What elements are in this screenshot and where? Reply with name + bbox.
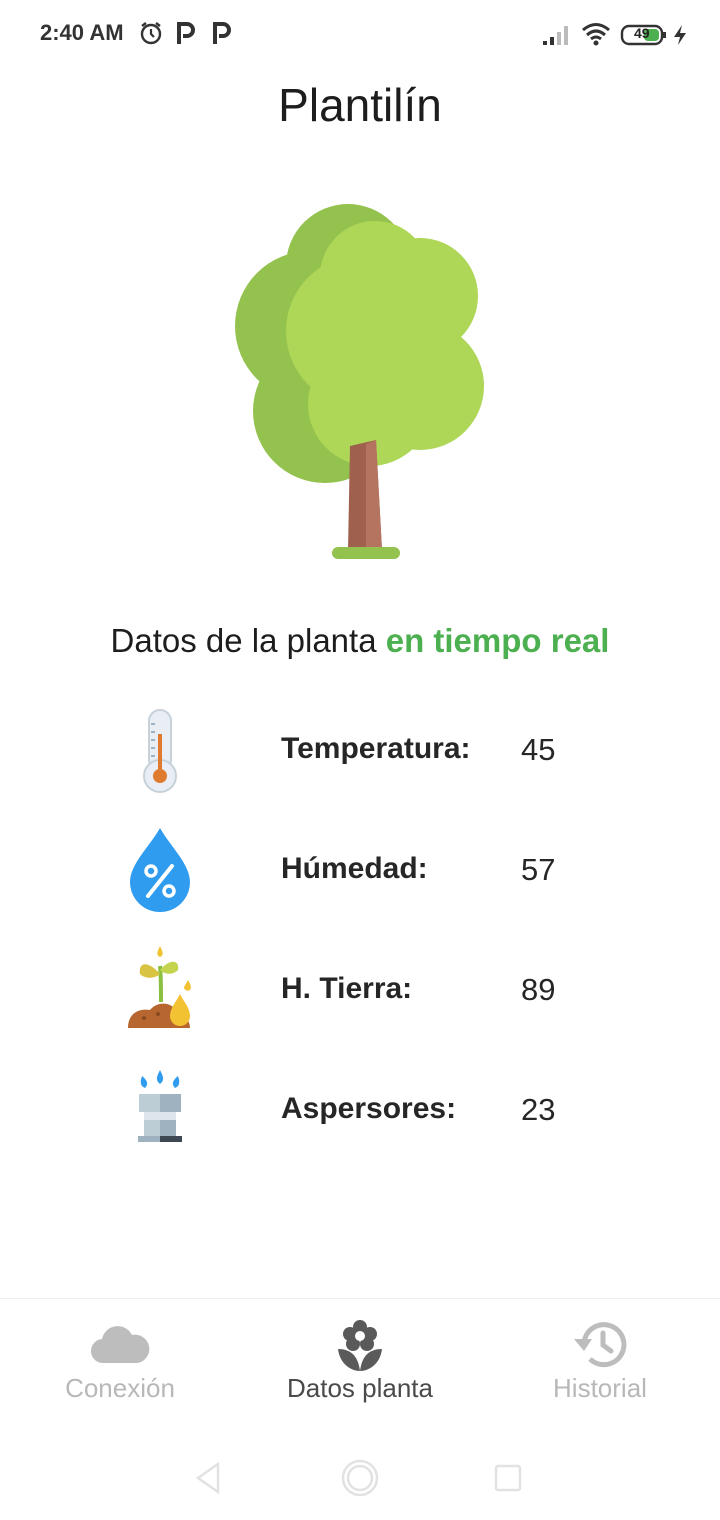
temperature-label: Temperatura:	[281, 732, 471, 765]
realtime-data-heading: Datos de la planta en tiempo real	[0, 622, 720, 660]
sprinklers-value: 23	[521, 1092, 556, 1127]
soil-humidity-value: 89	[521, 972, 556, 1007]
sprinklers-label: Aspersores:	[281, 1092, 457, 1125]
humidity-drop-icon	[120, 824, 200, 914]
reading-row-sprinklers: Aspersores: 23	[0, 1064, 720, 1164]
reading-row-temperature: Temperatura: 45	[0, 704, 720, 804]
system-navigation-bar	[0, 1420, 720, 1520]
sprinkler-icon	[120, 1064, 200, 1154]
app-title: Plantilín	[278, 79, 442, 131]
parking-p-icon	[175, 20, 197, 51]
nav-tab-conexion[interactable]: Conexión	[0, 1299, 240, 1421]
battery-level: 49	[634, 25, 650, 41]
back-icon[interactable]	[186, 1456, 230, 1500]
nav-label-conexion: Conexión	[65, 1373, 175, 1403]
cloud-icon	[90, 1317, 150, 1373]
charging-icon	[672, 24, 688, 51]
flower-icon	[330, 1317, 390, 1373]
nav-label-datos-planta: Datos planta	[287, 1373, 433, 1403]
parking-p-icon	[211, 20, 233, 51]
heading-accent: en tiempo real	[385, 622, 610, 659]
nav-tab-datos-planta[interactable]: Datos planta	[240, 1299, 480, 1421]
humidity-label: Húmedad:	[281, 852, 428, 885]
humidity-value: 57	[521, 852, 556, 887]
recents-icon[interactable]	[486, 1456, 530, 1500]
nav-tab-historial[interactable]: Historial	[480, 1299, 720, 1421]
history-icon	[570, 1317, 630, 1373]
heading-prefix: Datos de la planta	[110, 622, 386, 659]
status-time: 2:40 AM	[40, 20, 124, 45]
wifi-icon	[581, 22, 611, 51]
soil-humidity-label: H. Tierra:	[281, 972, 413, 1005]
soil-sprout-icon	[120, 944, 200, 1034]
bottom-navigation: Conexión Datos planta Historial	[0, 1298, 720, 1421]
reading-row-humidity: Húmedad: 57	[0, 824, 720, 924]
reading-row-soil: H. Tierra: 89	[0, 944, 720, 1044]
tree-illustration	[230, 196, 490, 566]
nav-label-historial: Historial	[553, 1373, 647, 1403]
thermometer-icon	[120, 704, 200, 794]
status-bar: 2:40 AM 49	[0, 0, 720, 70]
home-icon[interactable]	[338, 1456, 382, 1500]
temperature-value: 45	[521, 732, 556, 767]
alarm-icon	[138, 20, 164, 51]
signal-icon	[542, 24, 572, 51]
